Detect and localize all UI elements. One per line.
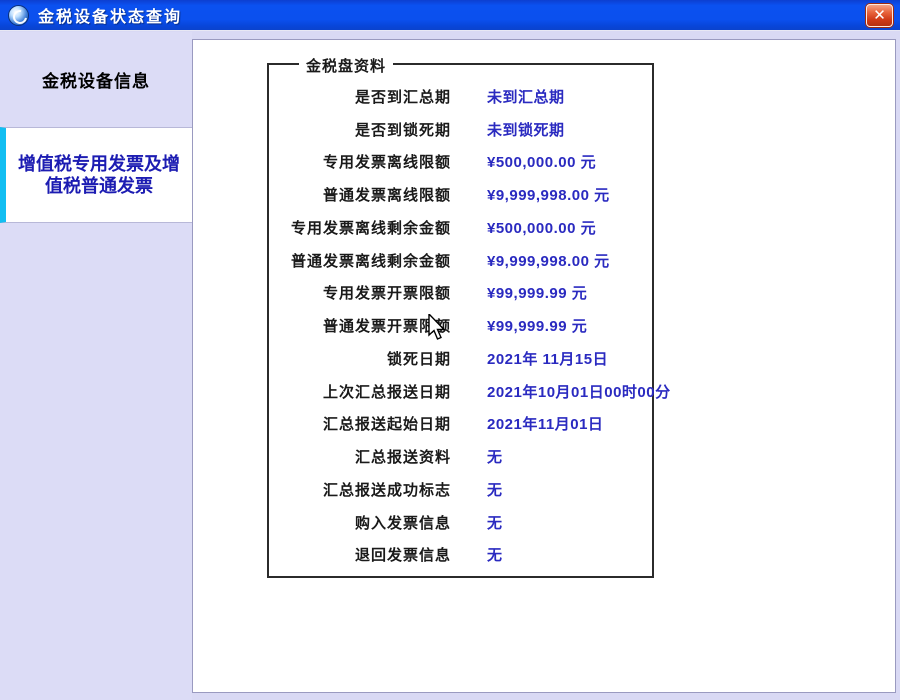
sidebar-item-label: 金税设备信息 [42,67,150,92]
info-row: 普通发票开票限额 ¥99,999.99 元 [269,309,652,342]
info-row-value: 2021年11月01日 [487,413,603,434]
info-row: 购入发票信息 无 [269,506,652,539]
info-row-label: 上次汇总报送日期 [269,381,451,402]
close-icon: ✕ [873,8,886,23]
groupbox-title: 金税盘资料 [299,55,393,76]
info-row-label: 普通发票离线剩余金额 [269,250,451,271]
info-row-label: 退回发票信息 [269,544,451,565]
title-bar: 金税设备状态查询 ✕ [0,0,900,31]
info-row-value: 2021年10月01日00时00分 [487,381,671,402]
info-row-value: 无 [487,479,503,500]
info-row-value: 无 [487,544,503,565]
sidebar-item-device-info[interactable]: 金税设备信息 [0,32,192,127]
close-button[interactable]: ✕ [866,4,893,27]
info-row-label: 专用发票离线限额 [269,151,451,172]
info-row-value: 未到汇总期 [487,86,565,107]
info-row-label: 专用发票离线剩余金额 [269,217,451,238]
info-row-label: 锁死日期 [269,348,451,369]
info-row: 普通发票离线限额 ¥9,999,998.00 元 [269,178,652,211]
info-row-value: ¥500,000.00 元 [487,151,596,172]
info-row: 锁死日期 2021年 11月15日 [269,342,652,375]
sidebar-item-vat-invoices[interactable]: 增值税专用发票及增值税普通发票 [0,127,192,223]
sidebar: 金税设备信息 增值税专用发票及增值税普通发票 [0,32,192,700]
info-row: 上次汇总报送日期2021年10月01日00时00分 [269,375,652,408]
info-row-label: 购入发票信息 [269,512,451,533]
groupbox-rows: 是否到汇总期 未到汇总期是否到锁死期 未到锁死期专用发票离线限额 ¥500,000.0… [269,65,652,571]
info-row: 汇总报送起始日期 2021年11月01日 [269,408,652,441]
tax-disk-info-groupbox: 金税盘资料 是否到汇总期未到汇总期是否到锁死期未到锁死期专用发票离线限额¥500… [267,63,654,578]
info-row-label: 是否到汇总期 [269,86,451,107]
info-row-value: ¥9,999,998.00 元 [487,184,610,205]
info-row: 是否到汇总期 未到汇总期 [269,80,652,113]
info-row: 专用发票开票限额 ¥99,999.99 元 [269,277,652,310]
info-row-value: ¥9,999,998.00 元 [487,250,610,271]
info-row-label: 专用发票开票限额 [269,282,451,303]
info-row-label: 汇总报送资料 [269,446,451,467]
info-row-value: 无 [487,446,503,467]
info-row-value: ¥99,999.99 元 [487,315,587,336]
app-icon [8,5,29,26]
info-row: 汇总报送资料 无 [269,440,652,473]
info-row-label: 汇总报送起始日期 [269,413,451,434]
info-row: 专用发票离线剩余金额 ¥500,000.00 元 [269,211,652,244]
info-row-value: ¥99,999.99 元 [487,282,587,303]
info-row: 普通发票离线剩余金额 ¥9,999,998.00 元 [269,244,652,277]
window: { "window": { "title": "金税设备状态查询", "clos… [0,0,900,700]
info-row-label: 普通发票开票限额 [269,315,451,336]
info-row-label: 是否到锁死期 [269,119,451,140]
info-row-value: 2021年 11月15日 [487,348,608,369]
info-row-label: 汇总报送成功标志 [269,479,451,500]
window-title: 金税设备状态查询 [38,3,182,27]
info-row: 是否到锁死期 未到锁死期 [269,113,652,146]
content-panel: 金税盘资料 是否到汇总期 未到汇总期是否到锁死期 未到锁死期专用发票离线限额 ¥500… [192,39,896,693]
info-row: 汇总报送成功标志 无 [269,473,652,506]
info-row-label: 普通发票离线限额 [269,184,451,205]
info-row: 退回发票信息 无 [269,539,652,572]
info-row-value: ¥500,000.00 元 [487,217,596,238]
info-row: 专用发票离线限额 ¥500,000.00 元 [269,146,652,179]
sidebar-item-label: 增值税专用发票及增值税普通发票 [14,153,184,198]
info-row-value: 未到锁死期 [487,119,565,140]
info-row-value: 无 [487,512,503,533]
